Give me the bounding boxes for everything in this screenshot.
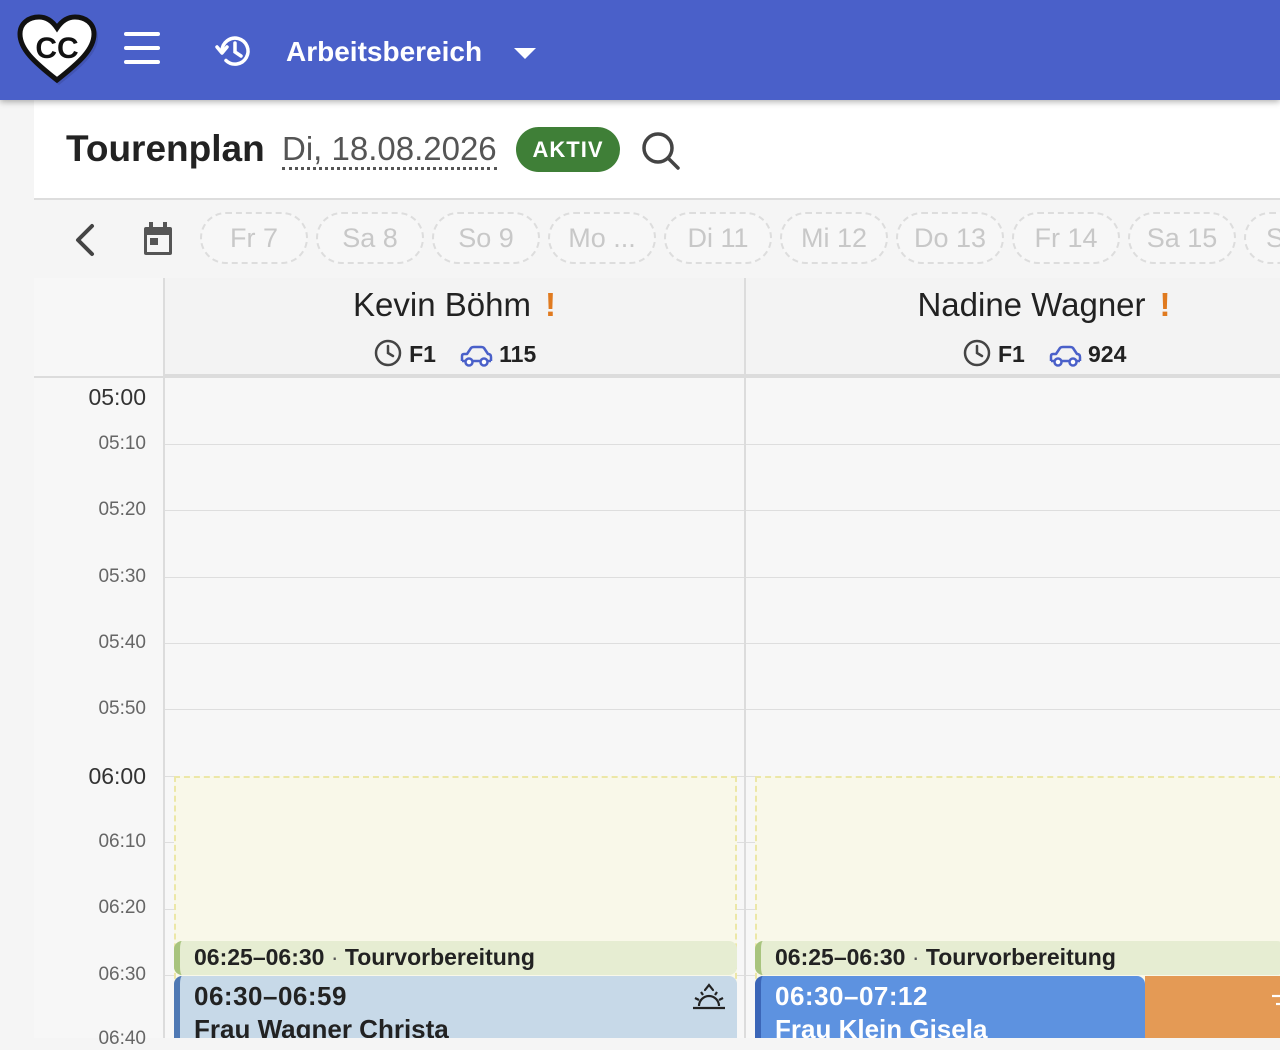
day-chip[interactable]: So 9 — [432, 212, 540, 264]
chevron-down-icon[interactable] — [514, 48, 536, 59]
visit-client: Frau Wagner Christa — [194, 1014, 449, 1038]
menu-button[interactable] — [120, 30, 164, 70]
schedule-grid: 05:00 05:10 05:20 05:30 05:40 05:50 06:0… — [34, 278, 1280, 1049]
day-chip[interactable]: Do 13 — [896, 212, 1004, 264]
day-chip[interactable]: Fr 7 — [200, 212, 308, 264]
time-label: 05:10 — [98, 433, 146, 454]
employee-name: Kevin Böhm — [353, 286, 531, 323]
employee-name: Nadine Wagner — [917, 286, 1146, 323]
vehicle-number: 924 — [1088, 341, 1127, 367]
day-navigation: Fr 7 Sa 8 So 9 Mo ... Di 11 Mi 12 Do 13 … — [34, 202, 1280, 278]
employee-name-row: Nadine Wagner! — [746, 286, 1280, 324]
history-icon[interactable] — [214, 30, 256, 72]
employee-meta: F1 115 — [165, 338, 744, 368]
time-label: 06:30 — [98, 964, 146, 985]
logo-text: CC — [35, 32, 78, 65]
visit-block[interactable]: 06:30–07:12 Frau Klein Gisela — [755, 976, 1145, 1038]
sunrise-icon — [1266, 986, 1280, 1023]
prep-time: 06:25–06:30 — [194, 944, 325, 970]
calendar-icon[interactable] — [140, 219, 176, 259]
employee-meta: F1 924 — [746, 338, 1280, 368]
status-badge: AKTIV — [516, 127, 620, 172]
day-chip[interactable]: Di 11 — [664, 212, 772, 264]
employee-name-row: Kevin Böhm! — [165, 286, 744, 324]
page-title: Tourenplan — [66, 128, 265, 169]
cc-heart-logo-icon[interactable]: CC — [14, 12, 100, 88]
prep-label: Tourvorbereitung — [925, 944, 1116, 970]
vehicle-number: 115 — [499, 341, 537, 367]
car-icon — [1049, 345, 1081, 367]
chevron-left-icon[interactable] — [70, 220, 100, 260]
time-label: 05:20 — [98, 499, 146, 520]
time-label: 06:10 — [98, 831, 146, 852]
date-picker[interactable]: Di, 18.08.2026 — [282, 131, 497, 170]
employee-column-header[interactable]: Kevin Böhm! F1 115 — [165, 278, 744, 376]
visit-time: 06:30–06:59 — [194, 981, 347, 1011]
employee-column-header[interactable]: Nadine Wagner! F1 924 — [746, 278, 1280, 376]
tour-prep-block[interactable]: 06:25–06:30 · Tourvorbereitung — [755, 941, 1280, 975]
sidebar-strip — [0, 100, 34, 1038]
day-chip[interactable]: Mi 12 — [780, 212, 888, 264]
time-label: 06:00 — [88, 763, 146, 789]
search-icon[interactable] — [640, 130, 682, 172]
shift-code: F1 — [409, 341, 436, 367]
day-chip[interactable]: Mo ... — [548, 212, 656, 264]
time-label: 05:00 — [88, 384, 146, 410]
page-header: Tourenplan Di, 18.08.2026 AKTIV — [34, 100, 1280, 200]
day-chip[interactable]: S — [1244, 212, 1280, 264]
app-bar: CC Arbeitsbereich — [0, 0, 1280, 100]
prep-time: 06:25–06:30 — [775, 944, 906, 970]
time-label: 05:30 — [98, 566, 146, 587]
visit-time: 06:30–07:12 — [775, 981, 928, 1011]
visit-client: Frau Klein Gisela — [775, 1014, 988, 1038]
time-label: 06:20 — [98, 897, 146, 918]
clock-icon — [963, 339, 990, 367]
workspace-selector[interactable]: Arbeitsbereich — [286, 36, 482, 68]
tour-prep-block[interactable]: 06:25–06:30 · Tourvorbereitung — [174, 941, 737, 975]
shift-code: F1 — [998, 341, 1025, 367]
time-label: 06:40 — [98, 1028, 146, 1049]
car-icon — [460, 345, 492, 367]
prep-label: Tourvorbereitung — [344, 944, 535, 970]
visit-block[interactable]: 06:30–06:59 Frau Wagner Christa — [174, 976, 737, 1038]
clock-icon — [374, 339, 401, 367]
time-label: 05:50 — [98, 698, 146, 719]
time-label: 05:40 — [98, 632, 146, 653]
warning-icon: ! — [1159, 286, 1171, 323]
sunrise-icon — [691, 980, 727, 1017]
visit-block-overlap[interactable] — [1145, 976, 1280, 1038]
day-chip[interactable]: Sa 15 — [1128, 212, 1236, 264]
day-chip[interactable]: Fr 14 — [1012, 212, 1120, 264]
warning-icon: ! — [544, 286, 556, 323]
day-chip[interactable]: Sa 8 — [316, 212, 424, 264]
